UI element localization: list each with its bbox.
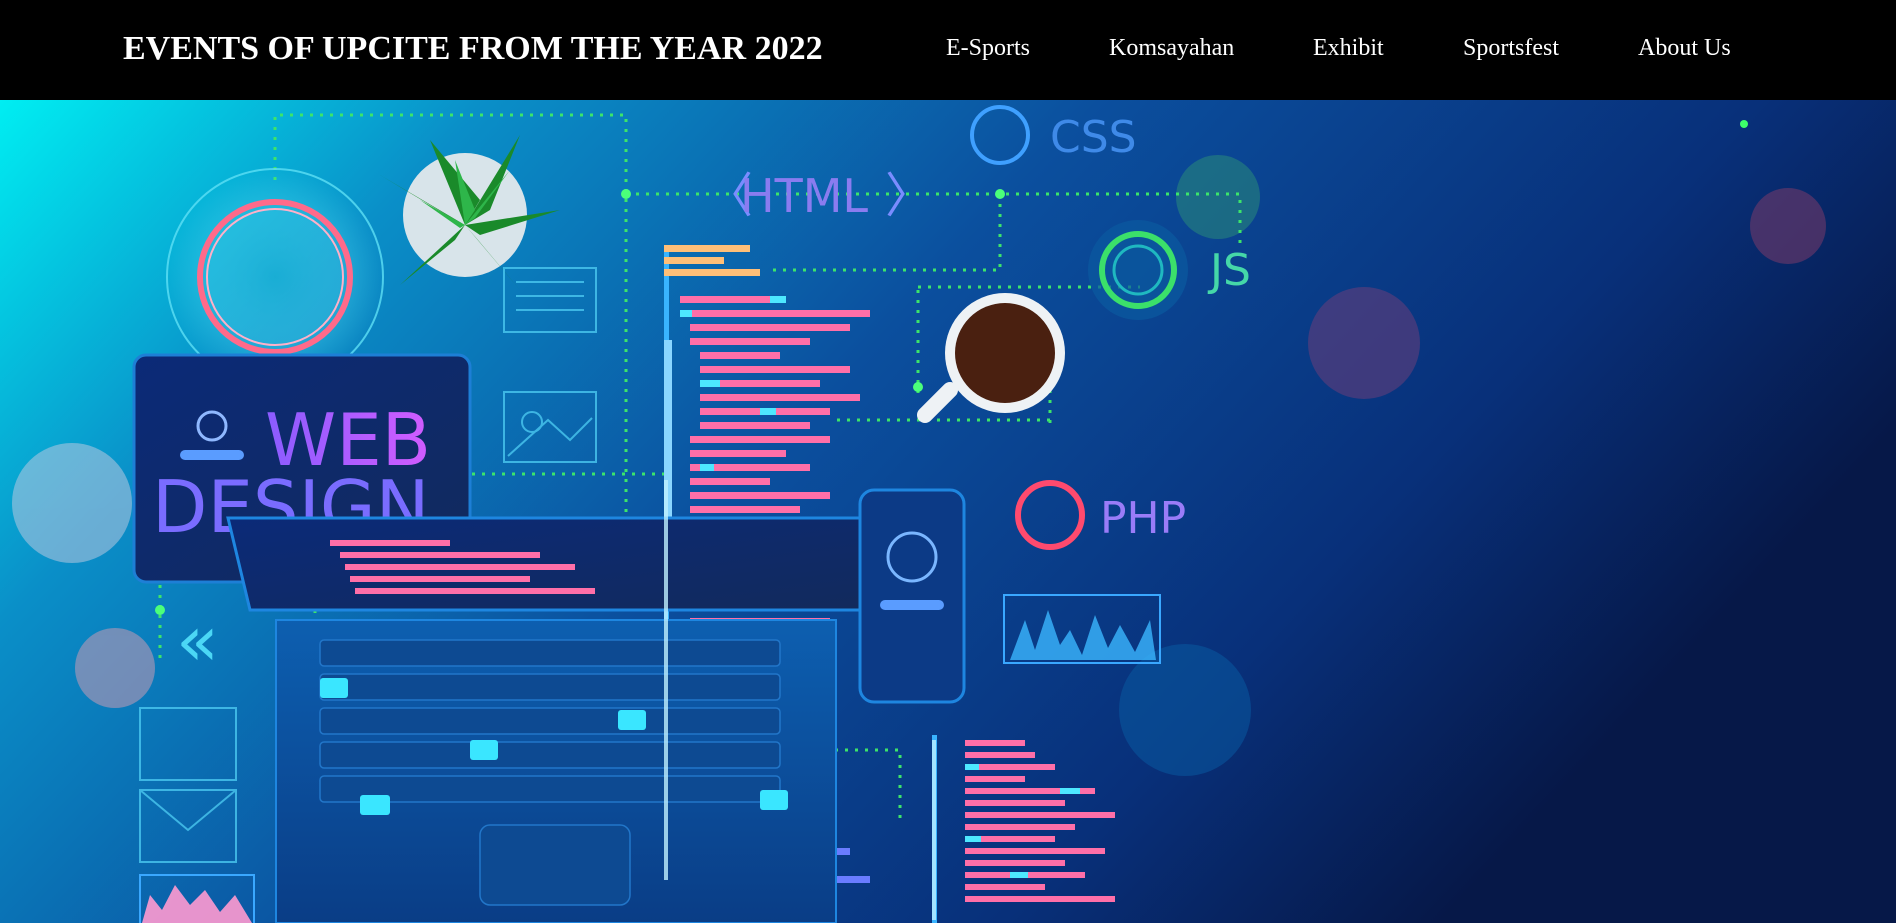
nav-link-esports[interactable]: E-Sports [946, 35, 1030, 62]
glowing-ring-graphic [166, 168, 384, 386]
html-badge: 〈 HTML 〉 [705, 168, 933, 224]
green-sparkle [1740, 120, 1748, 128]
php-label: PHP [1100, 493, 1186, 544]
light-beam [932, 740, 936, 920]
nav-link-sportsfest[interactable]: Sportsfest [1463, 35, 1559, 62]
html-label: HTML [740, 169, 868, 223]
js-label: JS [1207, 245, 1251, 296]
laptop-graphic [226, 516, 884, 923]
smartphone-graphic [858, 488, 966, 704]
site-title: EVENTS OF UPCITE FROM THE YEAR 2022 [123, 30, 823, 67]
svg-text:〉: 〉 [885, 168, 933, 224]
light-beam [664, 480, 668, 880]
web-design-illustration: WEB DESIGN « 〈 HTML 〉 CSS JS PHP [0, 100, 1896, 923]
nav-link-about-us[interactable]: About Us [1638, 35, 1731, 62]
chevron-left-icon: « [176, 600, 219, 682]
hero-banner-image: WEB DESIGN « 〈 HTML 〉 CSS JS PHP [0, 100, 1896, 923]
nav-link-exhibit[interactable]: Exhibit [1313, 35, 1384, 62]
nav-link-komsayahan[interactable]: Komsayahan [1109, 35, 1234, 62]
css-label: CSS [1050, 112, 1137, 163]
top-navigation-bar: EVENTS OF UPCITE FROM THE YEAR 2022 E-Sp… [0, 0, 1896, 100]
